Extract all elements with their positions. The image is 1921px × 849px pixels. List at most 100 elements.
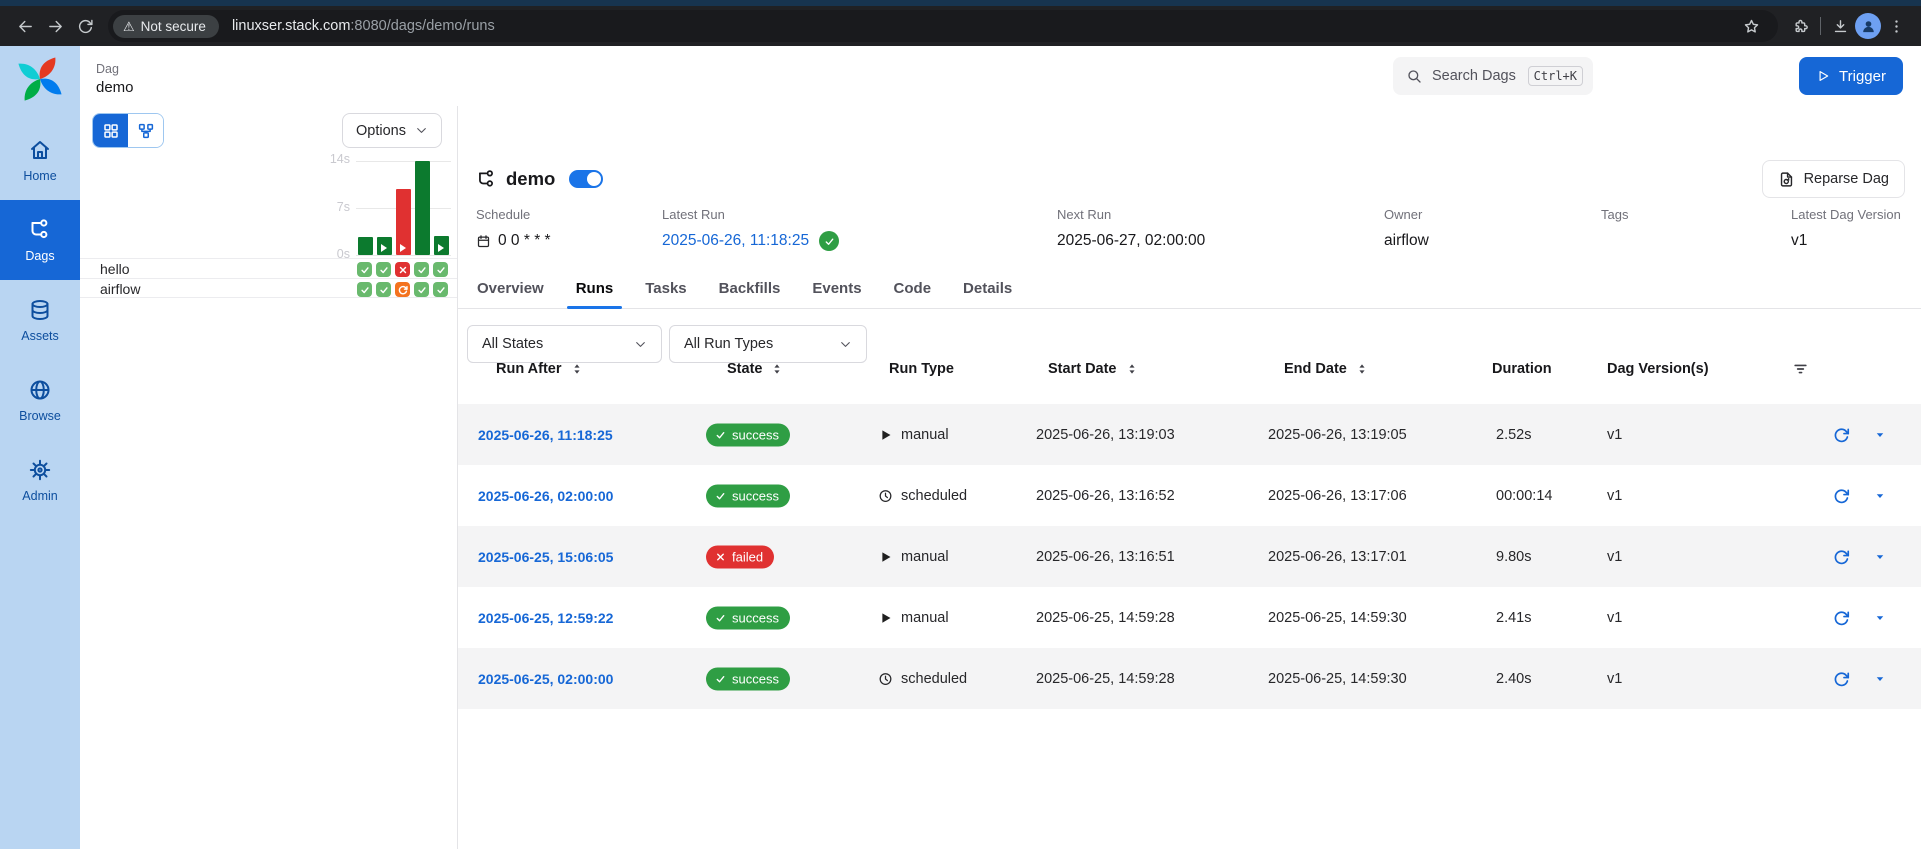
- tab-details[interactable]: Details: [963, 280, 1012, 308]
- sidebar-item-home[interactable]: Home: [0, 120, 80, 200]
- column-header-duration: Duration: [1492, 361, 1552, 377]
- home-icon: [28, 138, 52, 162]
- run-duration-bar[interactable]: [377, 237, 392, 255]
- state-cell: success: [706, 484, 790, 507]
- run-type-label: scheduled: [901, 670, 968, 687]
- table-row: 2025-06-25, 15:06:05 failed manual 2025-06-…: [458, 526, 1921, 587]
- sort-icon[interactable]: [570, 362, 584, 376]
- run-after-link[interactable]: 2025-06-25, 12:59:22: [478, 610, 613, 626]
- row-menu-caret-icon[interactable]: [1874, 490, 1886, 502]
- browser-forward-icon[interactable]: [40, 11, 70, 41]
- grid-view-button[interactable]: [93, 114, 128, 147]
- row-menu-caret-icon[interactable]: [1874, 429, 1886, 441]
- downloads-icon[interactable]: [1825, 11, 1855, 41]
- run-after-link[interactable]: 2025-06-25, 15:06:05: [478, 549, 613, 565]
- row-menu-caret-icon[interactable]: [1874, 612, 1886, 624]
- state-badge-failed: failed: [706, 545, 775, 568]
- task-instance-cell-success[interactable]: [357, 262, 372, 277]
- address-bar[interactable]: ⚠ Not secure linuxser.stack.com:8080/dag…: [108, 10, 1778, 42]
- options-dropdown[interactable]: Options: [342, 113, 442, 148]
- sidebar-item-dags[interactable]: Dags: [0, 200, 80, 280]
- run-duration-bar[interactable]: [415, 161, 430, 255]
- search-dags-input[interactable]: Search Dags Ctrl+K: [1393, 57, 1593, 95]
- clear-run-icon[interactable]: [1833, 670, 1850, 687]
- tab-code[interactable]: Code: [894, 280, 932, 308]
- scheduled-run-icon: [878, 488, 893, 503]
- profile-avatar[interactable]: [1855, 13, 1881, 39]
- row-menu-caret-icon[interactable]: [1874, 673, 1886, 685]
- duration-cell: 2.52s: [1496, 426, 1532, 443]
- meta-value: v1: [1791, 231, 1901, 251]
- browser-menu-kebab-icon[interactable]: [1881, 11, 1911, 41]
- meta-label: Latest Dag Version: [1791, 207, 1901, 222]
- run-after-link[interactable]: 2025-06-26, 02:00:00: [478, 488, 613, 504]
- meta-value[interactable]: 2025-06-26, 11:18:25: [662, 231, 840, 251]
- column-header-start-date: Start Date: [1048, 361, 1139, 377]
- task-instance-cell-success[interactable]: [414, 262, 429, 277]
- clear-run-icon[interactable]: [1833, 426, 1850, 443]
- clear-run-icon[interactable]: [1833, 548, 1850, 565]
- play-icon: [878, 549, 893, 564]
- sidebar-item-admin[interactable]: Admin: [0, 440, 80, 520]
- trigger-dag-button[interactable]: Trigger: [1799, 57, 1903, 95]
- search-shortcut-kbd: Ctrl+K: [1527, 66, 1583, 86]
- task-instance-cell-retry[interactable]: [395, 282, 410, 297]
- toggle-knob: [587, 172, 602, 186]
- run-duration-bar[interactable]: [434, 236, 449, 255]
- dag-version-cell: v1: [1607, 487, 1623, 504]
- dag-enabled-toggle[interactable]: [569, 170, 604, 188]
- dag-version-cell: v1: [1607, 426, 1623, 443]
- sort-icon[interactable]: [1125, 362, 1139, 376]
- not-secure-badge[interactable]: ⚠ Not secure: [113, 14, 219, 38]
- column-header-label: State: [727, 361, 763, 377]
- tab-runs[interactable]: Runs: [566, 280, 622, 309]
- database-icon: [28, 298, 52, 322]
- extensions-icon[interactable]: [1786, 11, 1816, 41]
- manual-run-icon: [878, 610, 893, 625]
- clear-run-icon[interactable]: [1833, 487, 1850, 504]
- tab-events[interactable]: Events: [812, 280, 861, 308]
- column-header-label: Duration: [1492, 361, 1552, 377]
- run-duration-bar[interactable]: [358, 237, 373, 255]
- task-instance-cell-success[interactable]: [376, 282, 391, 297]
- task-name-label: airflow: [100, 281, 141, 297]
- graph-view-button[interactable]: [128, 114, 163, 147]
- refresh-icon: [398, 285, 408, 295]
- check-icon: [360, 265, 370, 275]
- bookmark-star-icon[interactable]: [1736, 11, 1766, 41]
- duration-cell: 00:00:14: [1496, 487, 1553, 504]
- tab-backfills[interactable]: Backfills: [719, 280, 781, 308]
- tab-tasks[interactable]: Tasks: [645, 280, 686, 308]
- task-instance-cell-success[interactable]: [414, 282, 429, 297]
- task-instance-cell-success[interactable]: [433, 262, 448, 277]
- run-after-link[interactable]: 2025-06-25, 02:00:00: [478, 671, 613, 687]
- sidebar-item-assets[interactable]: Assets: [0, 280, 80, 360]
- not-secure-label: Not secure: [140, 18, 206, 34]
- clear-run-icon[interactable]: [1833, 609, 1850, 626]
- reparse-dag-button[interactable]: Reparse Dag: [1761, 160, 1905, 198]
- run-type-label: manual: [901, 609, 949, 626]
- task-instance-cell-failed[interactable]: [395, 262, 410, 277]
- duration-cell: 9.80s: [1496, 548, 1532, 565]
- sort-icon[interactable]: [770, 362, 784, 376]
- sort-icon[interactable]: [1355, 362, 1369, 376]
- success-check-badge-icon: [819, 231, 840, 251]
- chevron-down-icon: [634, 338, 647, 351]
- task-instance-cell-success[interactable]: [376, 262, 391, 277]
- sidebar-item-browse[interactable]: Browse: [0, 360, 80, 440]
- row-menu-caret-icon[interactable]: [1874, 551, 1886, 563]
- dag-tabs: Overview Runs Tasks Backfills Events Code Deta…: [458, 280, 1921, 309]
- task-instance-cell-success[interactable]: [357, 282, 372, 297]
- graph-icon: [137, 122, 155, 140]
- meta-value-text: 2025-06-27, 02:00:00: [1057, 232, 1206, 249]
- tab-overview[interactable]: Overview: [477, 280, 544, 308]
- table-row: 2025-06-26, 11:18:25 success manual 2025-06…: [458, 404, 1921, 465]
- sidebar-item-label: Browse: [19, 408, 61, 423]
- run-after-link[interactable]: 2025-06-26, 11:18:25: [478, 427, 613, 443]
- run-duration-bar[interactable]: [396, 189, 411, 255]
- check-icon: [715, 490, 726, 501]
- browser-back-icon[interactable]: [10, 11, 40, 41]
- task-instance-cell-success[interactable]: [433, 282, 448, 297]
- filter-icon[interactable]: [1792, 361, 1809, 378]
- browser-reload-icon[interactable]: [70, 11, 100, 41]
